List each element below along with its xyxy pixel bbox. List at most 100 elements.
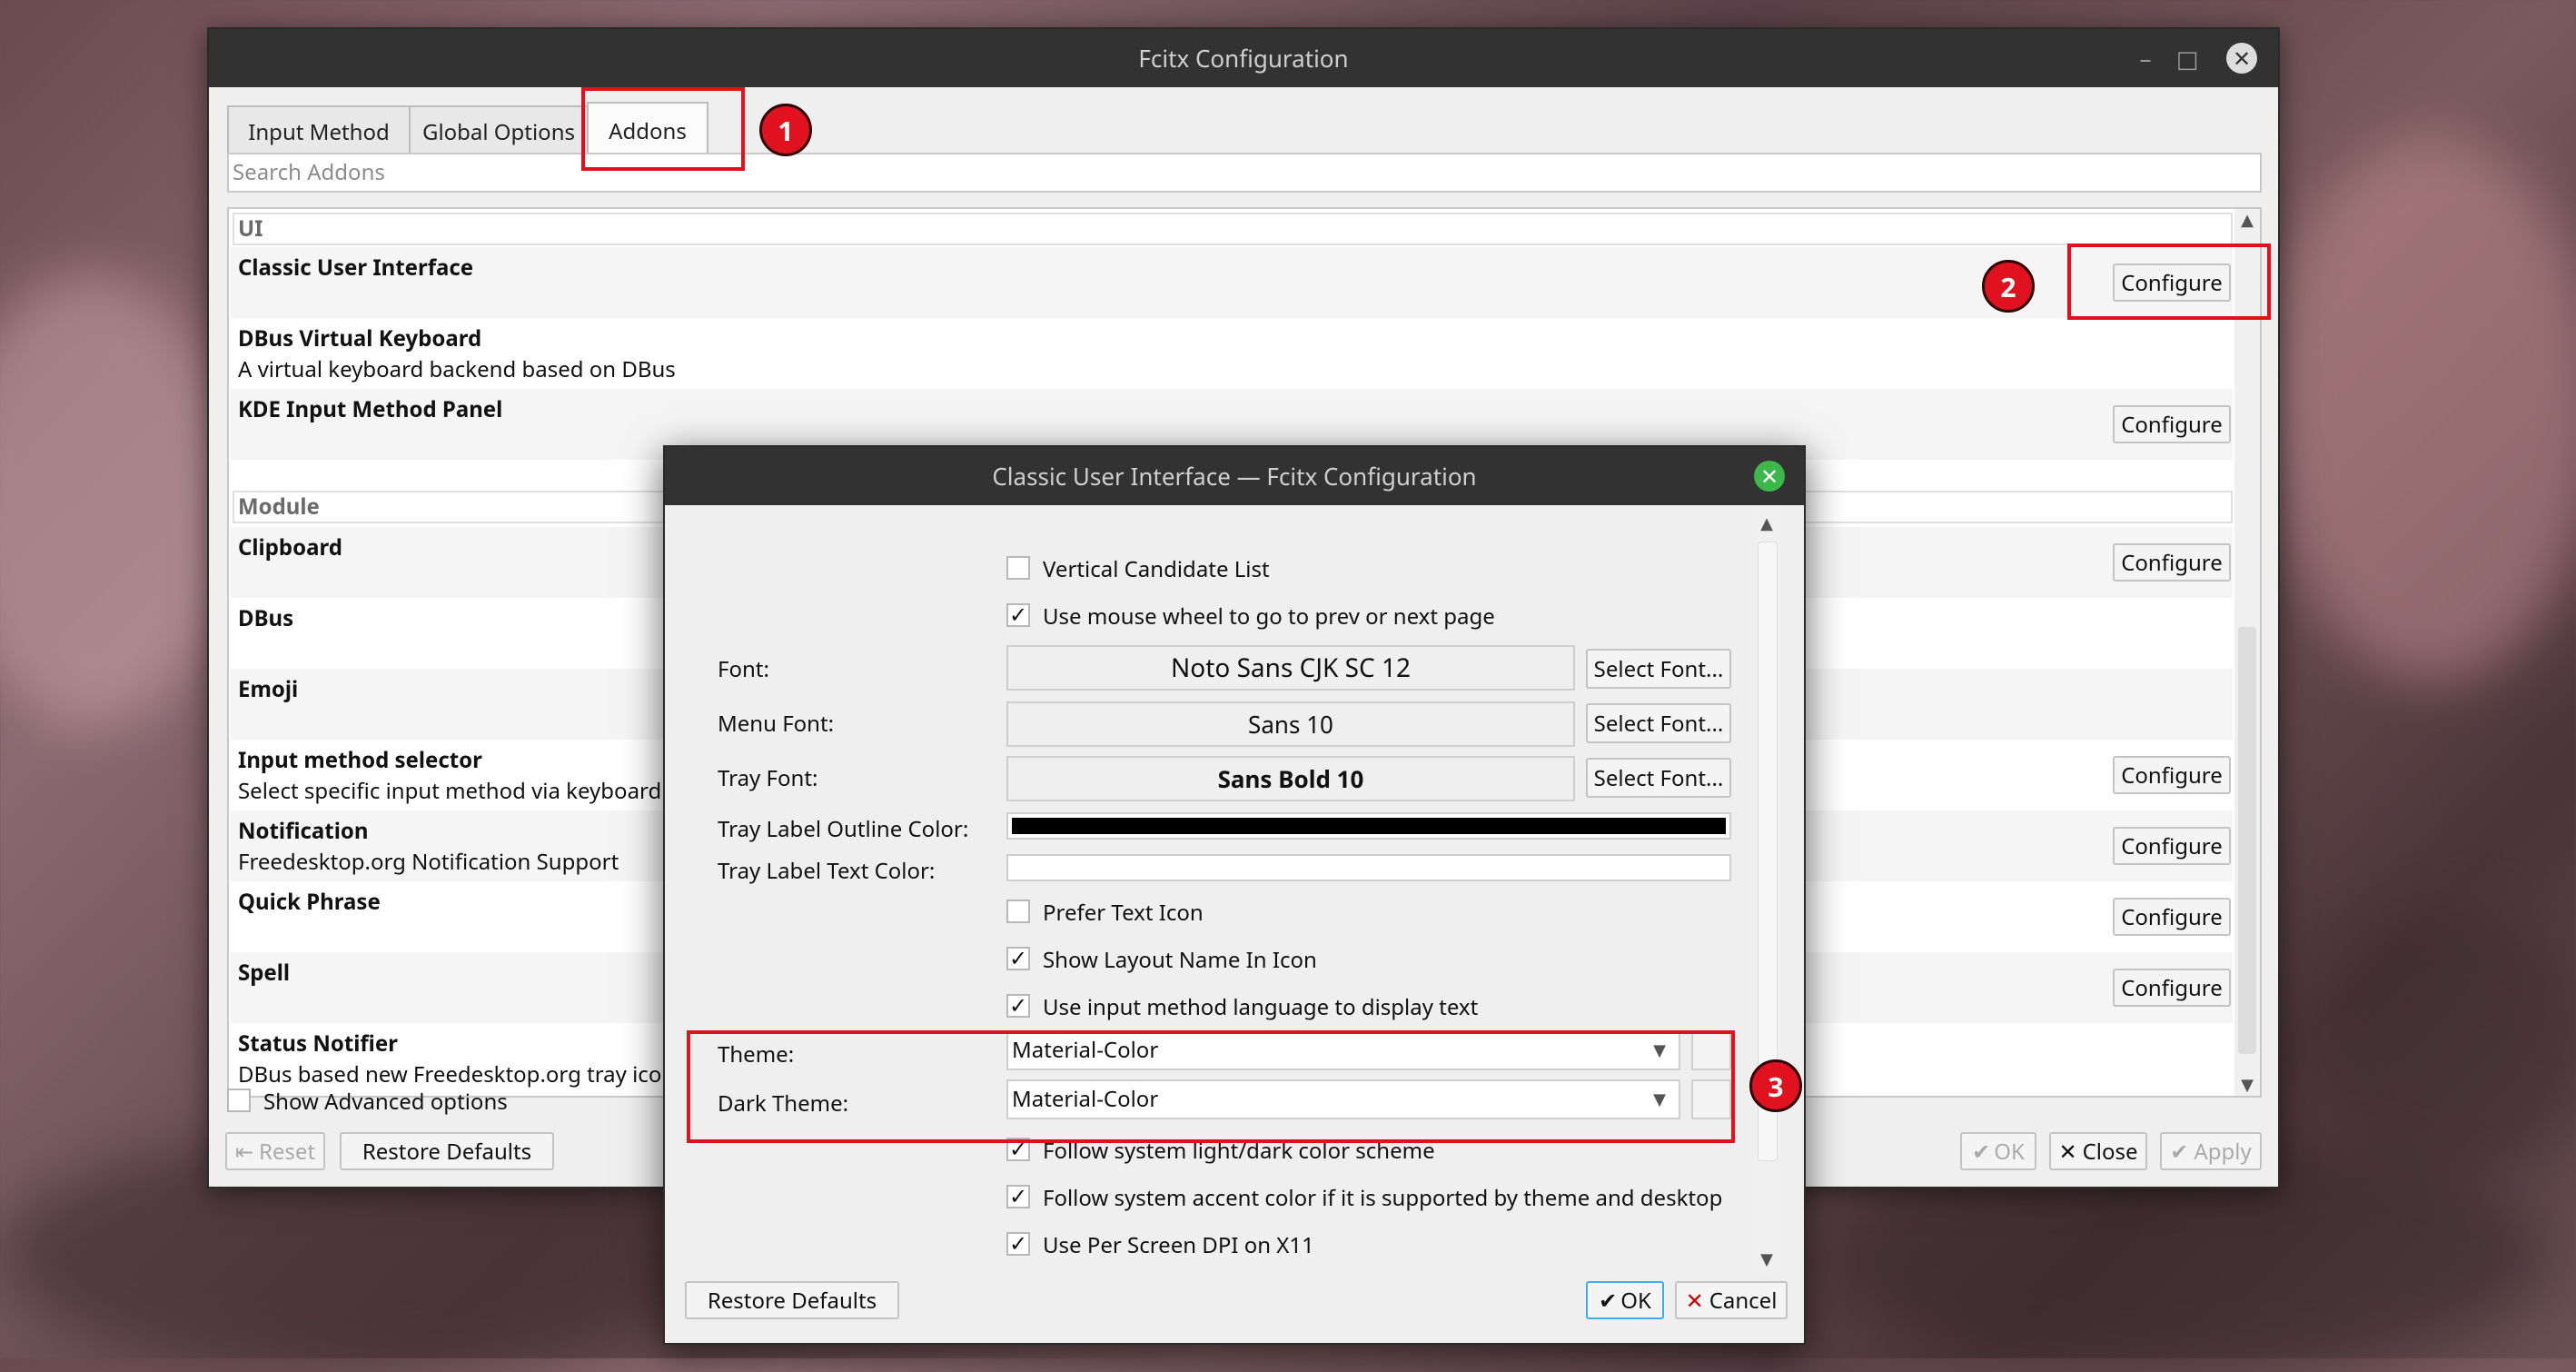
close-label: Close <box>2082 1136 2138 1167</box>
addon-name: DBus Virtual Keyboard <box>238 323 482 353</box>
font-preview: Noto Sans CJK SC 12 <box>1006 645 1575 691</box>
use-im-language-checkbox[interactable]: ✓ <box>1006 994 1030 1018</box>
addon-name: KDE Input Method Panel <box>238 394 503 424</box>
prefer-text-icon-label: Prefer Text Icon <box>1043 898 1204 928</box>
addon-description: A virtual keyboard backend based on DBus <box>238 354 676 384</box>
maximize-icon[interactable]: □ <box>2169 29 2205 87</box>
per-screen-dpi-checkbox[interactable]: ✓ <box>1006 1232 1030 1256</box>
scroll-down-icon[interactable]: ▼ <box>1755 1248 1778 1270</box>
select-font-button[interactable]: Select Font... <box>1586 649 1731 689</box>
tray-outline-color-label: Tray Label Outline Color: <box>718 814 969 844</box>
show-advanced-label: Show Advanced options <box>263 1087 508 1117</box>
tray-text-color-label: Tray Label Text Color: <box>718 856 936 886</box>
select-menu-font-button[interactable]: Select Font... <box>1586 703 1731 743</box>
addon-name: DBus <box>238 603 294 633</box>
highlight-theme-settings <box>687 1030 1735 1143</box>
list-item[interactable]: Classic User Interface Configure <box>231 247 2233 318</box>
addon-name: Emoji <box>238 674 299 704</box>
tab-global-options[interactable]: Global Options <box>409 105 589 156</box>
annotation-badge-2: 2 <box>1982 260 2035 313</box>
dialog-ok-label: OK <box>1620 1285 1651 1316</box>
classic-ui-config-dialog: Classic User Interface — Fcitx Configura… <box>663 445 1806 1345</box>
addon-name: Spell <box>238 958 291 988</box>
list-scrollbar[interactable]: ▲ ▼ <box>2234 209 2260 1096</box>
scroll-up-icon[interactable]: ▲ <box>1755 512 1778 534</box>
addon-name: Clipboard <box>238 532 342 562</box>
highlight-configure-button <box>2067 244 2271 320</box>
close-x-icon: ✕ <box>2058 1136 2077 1167</box>
configure-button[interactable]: Configure <box>2113 827 2231 865</box>
dialog-scrollbar[interactable]: ▲ ▼ <box>1755 505 1778 1274</box>
dialog-restore-defaults-button[interactable]: Restore Defaults <box>685 1281 899 1319</box>
addon-description: Freedesktop.org Notification Support <box>238 847 619 877</box>
search-addons-input[interactable]: Search Addons <box>227 153 2262 193</box>
per-screen-dpi-label: Use Per Screen DPI on X11 <box>1043 1230 1314 1260</box>
tab-label: Global Options <box>421 116 576 147</box>
addon-description: DBus based new Freedesktop.org tray icon <box>238 1059 676 1089</box>
outline-color-swatch <box>1012 818 1726 834</box>
configure-button[interactable]: Configure <box>2113 898 2231 936</box>
show-advanced-checkbox[interactable] <box>227 1089 251 1112</box>
select-tray-font-button[interactable]: Select Font... <box>1586 758 1731 798</box>
tray-text-color-button[interactable] <box>1006 854 1731 881</box>
mouse-wheel-checkbox[interactable]: ✓ <box>1006 603 1030 627</box>
cancel-icon: ✕ <box>1685 1285 1704 1316</box>
apply-button[interactable]: ✔ Apply <box>2160 1132 2262 1170</box>
scroll-down-icon[interactable]: ▼ <box>2234 1074 2260 1096</box>
menu-font-label: Menu Font: <box>718 709 835 739</box>
apply-icon: ✔ <box>2170 1136 2189 1167</box>
close-window-button[interactable]: ✕ <box>2222 29 2262 87</box>
reset-button[interactable]: ⇤ Reset <box>225 1132 325 1170</box>
close-icon: ✕ <box>1754 461 1785 492</box>
addon-description: Select specific input method via keyboar… <box>238 776 662 806</box>
prefer-text-icon-checkbox[interactable] <box>1006 900 1030 923</box>
reset-icon: ⇤ <box>234 1136 253 1167</box>
follow-accent-label: Follow system accent color if it is supp… <box>1043 1183 1723 1213</box>
use-im-language-label: Use input method language to display tex… <box>1043 992 1479 1022</box>
addon-name: Input method selector <box>238 745 482 775</box>
text-color-swatch <box>1012 860 1726 876</box>
dialog-cancel-button[interactable]: ✕ Cancel <box>1675 1281 1788 1319</box>
scroll-thumb[interactable] <box>2238 627 2256 1054</box>
ok-label: OK <box>1994 1136 2025 1167</box>
tab-label: Input Method <box>248 116 390 147</box>
category-header-ui: UI <box>233 213 2233 245</box>
configure-button[interactable]: Configure <box>2113 543 2231 582</box>
mouse-wheel-label: Use mouse wheel to go to prev or next pa… <box>1043 601 1495 631</box>
configure-button[interactable]: Configure <box>2113 405 2231 443</box>
close-button[interactable]: ✕ Close <box>2049 1132 2147 1170</box>
ok-button[interactable]: ✔ OK <box>1960 1132 2036 1170</box>
tab-input-method[interactable]: Input Method <box>227 105 411 156</box>
close-icon: ✕ <box>2226 43 2257 74</box>
tray-outline-color-button[interactable] <box>1006 812 1731 840</box>
show-layout-name-label: Show Layout Name In Icon <box>1043 945 1317 975</box>
dialog-ok-button[interactable]: ✔ OK <box>1586 1281 1664 1319</box>
ok-icon: ✔ <box>1599 1285 1618 1316</box>
close-dialog-button[interactable]: ✕ <box>1751 447 1788 505</box>
follow-accent-checkbox[interactable]: ✓ <box>1006 1185 1030 1208</box>
window-title: Fcitx Configuration <box>1138 42 1349 75</box>
addon-name: Quick Phrase <box>238 887 381 917</box>
dialog-options-area: Vertical Candidate List ✓ Use mouse whee… <box>667 505 1766 1268</box>
annotation-badge-1: 1 <box>759 104 812 156</box>
vertical-candidate-checkbox[interactable] <box>1006 556 1030 580</box>
show-layout-name-checkbox[interactable]: ✓ <box>1006 947 1030 970</box>
highlight-addons-tab <box>581 87 745 171</box>
addon-name: Status Notifier <box>238 1029 398 1059</box>
tray-font-label: Tray Font: <box>718 763 818 793</box>
annotation-badge-3: 3 <box>1749 1059 1802 1112</box>
list-item[interactable]: DBus Virtual Keyboard A virtual keyboard… <box>231 318 2233 389</box>
dialog-title: Classic User Interface — Fcitx Configura… <box>992 460 1477 492</box>
dialog-cancel-label: Cancel <box>1709 1285 1778 1316</box>
dialog-titlebar[interactable]: Classic User Interface — Fcitx Configura… <box>665 447 1804 505</box>
scroll-up-icon[interactable]: ▲ <box>2234 209 2260 231</box>
configure-button[interactable]: Configure <box>2113 756 2231 794</box>
tray-font-preview: Sans Bold 10 <box>1006 756 1575 801</box>
configure-button[interactable]: Configure <box>2113 969 2231 1007</box>
font-label: Font: <box>718 654 769 684</box>
window-titlebar[interactable]: Fcitx Configuration <box>209 29 2278 87</box>
vertical-candidate-label: Vertical Candidate List <box>1043 554 1270 584</box>
reset-label: Reset <box>258 1136 316 1167</box>
minimize-icon[interactable]: – <box>2127 29 2164 87</box>
restore-defaults-button[interactable]: Restore Defaults <box>340 1132 554 1170</box>
